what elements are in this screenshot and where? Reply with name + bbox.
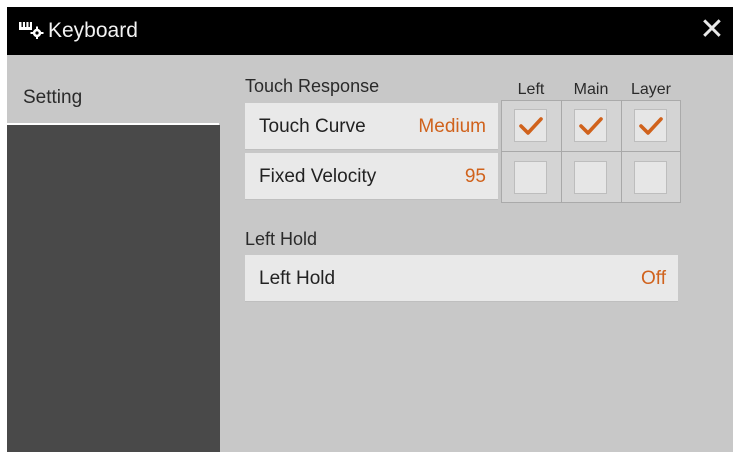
checkbox-cell (621, 100, 681, 151)
window-title: Keyboard (48, 19, 138, 42)
column-header-left: Left (517, 81, 545, 98)
keyboard-gear-icon (19, 21, 45, 44)
sidebar-panel (7, 125, 220, 452)
touch-response-check-grid (501, 100, 681, 203)
touch-curve-value: Medium (418, 116, 486, 137)
checkbox-cell (561, 152, 621, 203)
checkbox-cell (621, 152, 681, 203)
fixed-velocity-row[interactable]: Fixed Velocity 95 (245, 153, 498, 200)
touch-curve-main-checkbox[interactable] (574, 109, 607, 142)
fixed-velocity-left-checkbox[interactable] (514, 161, 547, 194)
main-content: Setting Touch Response Left Main Layer T… (7, 55, 733, 452)
checkmark-icon (519, 117, 543, 135)
fixed-velocity-layer-checkbox[interactable] (634, 161, 667, 194)
tab-setting[interactable]: Setting (7, 66, 219, 125)
left-hold-heading: Left Hold (245, 229, 318, 249)
touch-curve-label: Touch Curve (259, 116, 366, 137)
checkbox-cell (561, 100, 621, 151)
left-hold-value: Off (641, 268, 666, 289)
checkmark-icon (579, 117, 603, 135)
title-bar: Keyboard ✕ (7, 7, 733, 55)
fixed-velocity-label: Fixed Velocity (259, 166, 377, 187)
checkmark-icon (639, 117, 663, 135)
checkbox-cell (501, 100, 561, 151)
column-header-layer: Layer (630, 81, 672, 98)
touch-curve-layer-checkbox[interactable] (634, 109, 667, 142)
fixed-velocity-value: 95 (464, 166, 486, 187)
tab-setting-label: Setting (23, 87, 83, 108)
checkbox-cell (501, 152, 561, 203)
close-button[interactable]: ✕ (697, 15, 727, 45)
left-hold-label: Left Hold (259, 268, 336, 289)
touch-curve-row[interactable]: Touch Curve Medium (245, 103, 498, 150)
fixed-velocity-main-checkbox[interactable] (574, 161, 607, 194)
column-header-main: Main (573, 81, 609, 98)
touch-response-heading: Touch Response (245, 76, 380, 96)
touch-curve-left-checkbox[interactable] (514, 109, 547, 142)
left-hold-row[interactable]: Left Hold Off (245, 255, 678, 302)
